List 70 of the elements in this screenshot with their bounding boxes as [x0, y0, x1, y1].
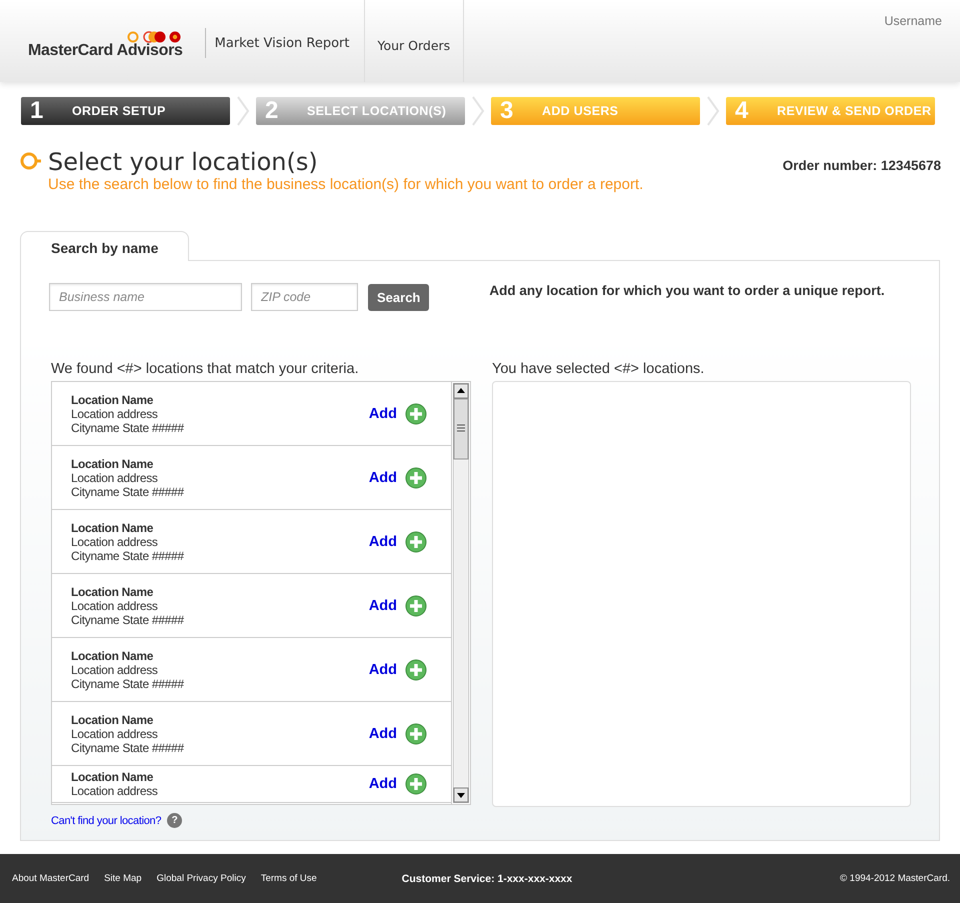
- help-link[interactable]: Can't find your location?: [51, 814, 162, 826]
- plus-circle-icon[interactable]: [405, 773, 427, 795]
- add-link[interactable]: Add: [368, 534, 397, 550]
- location-address: Location address: [71, 470, 159, 484]
- location-address: Location address: [71, 784, 159, 798]
- location-city: Cityname State #####: [71, 612, 185, 626]
- location-name: Location Name: [71, 770, 154, 784]
- footer-link[interactable]: Global Privacy Policy: [156, 873, 246, 884]
- plus-circle-icon[interactable]: [405, 402, 427, 424]
- step-label: ADD USERS: [542, 104, 618, 118]
- business-name-field[interactable]: Business name: [49, 283, 242, 311]
- add-link[interactable]: Add: [368, 470, 397, 486]
- chevron-icon: [706, 96, 720, 126]
- step-number: 4: [735, 97, 750, 125]
- add-link[interactable]: Add: [368, 726, 397, 742]
- nav-link[interactable]: Your Orders: [364, 0, 464, 82]
- username-label[interactable]: Username: [884, 0, 960, 82]
- location-address: Location address: [71, 598, 159, 612]
- add-link[interactable]: Add: [368, 406, 397, 422]
- search-hint: Add any location for which you want to order a unique report.: [489, 282, 885, 298]
- location-name: Location Name: [71, 392, 154, 406]
- help-icon[interactable]: ?: [167, 813, 182, 828]
- footer-link[interactable]: Terms of Use: [260, 873, 317, 884]
- footer-link[interactable]: Site Map: [104, 873, 142, 884]
- selected-heading: You have selected <#> locations.: [492, 361, 706, 377]
- location-city: Cityname State #####: [71, 484, 185, 498]
- location-address: Location address: [71, 726, 159, 740]
- page-subtitle: Use the search below to find the business location(s) for which you want to order a report.: [48, 176, 644, 193]
- location-city: Cityname State #####: [71, 420, 185, 434]
- location-address: Location address: [71, 406, 159, 420]
- location-name: Location Name: [71, 584, 154, 598]
- footer-link[interactable]: About MasterCard: [12, 873, 90, 884]
- product-title: Market Vision Report: [204, 28, 364, 58]
- location-city: Cityname State #####: [71, 676, 185, 690]
- location-address: Location address: [71, 534, 159, 548]
- location-address: Location address: [71, 662, 159, 676]
- search-tab[interactable]: Search by name: [20, 231, 190, 261]
- scrollbar-drawing[interactable]: [453, 383, 469, 803]
- location-name: Location Name: [71, 520, 154, 534]
- chevron-icon: [471, 96, 485, 126]
- plus-circle-icon[interactable]: [405, 530, 427, 552]
- zip-code-field[interactable]: ZIP code: [251, 283, 358, 311]
- plus-circle-icon[interactable]: [405, 658, 427, 680]
- chevron-icon: [236, 96, 250, 126]
- step-label: SELECT LOCATION(S): [307, 104, 446, 118]
- add-link[interactable]: Add: [368, 598, 397, 614]
- customer-service: Customer Service: 1-xxx-xxx-xxxx: [402, 872, 574, 884]
- plus-circle-icon[interactable]: [405, 466, 427, 488]
- circles-logo-icon: [126, 30, 183, 44]
- step-number: 2: [265, 97, 280, 125]
- brand-logo-text: MasterCard Advisors: [28, 42, 183, 60]
- location-city: Cityname State #####: [71, 548, 185, 562]
- plus-circle-icon[interactable]: [405, 594, 427, 616]
- step-number: 3: [500, 97, 514, 125]
- page-title: Select your location(s): [48, 148, 319, 176]
- location-city: Cityname State #####: [71, 740, 185, 754]
- results-heading: We found <#> locations that match your criteria.: [51, 361, 360, 377]
- plus-circle-icon[interactable]: [405, 722, 427, 744]
- location-name: Location Name: [71, 456, 154, 470]
- search-button[interactable]: Search: [368, 284, 430, 310]
- location-name: Location Name: [71, 648, 154, 662]
- add-link[interactable]: Add: [368, 662, 397, 678]
- copyright: © 1994-2012 MasterCard.: [840, 873, 950, 884]
- step-label: ORDER SETUP: [72, 104, 166, 118]
- step-label: REVIEW & SEND ORDER: [777, 104, 932, 118]
- step-number: 1: [30, 97, 44, 125]
- order-number: Order number: 12345678: [782, 158, 941, 173]
- location-name: Location Name: [71, 712, 154, 726]
- ring-arrow-icon: [20, 152, 42, 170]
- add-link[interactable]: Add: [368, 776, 397, 792]
